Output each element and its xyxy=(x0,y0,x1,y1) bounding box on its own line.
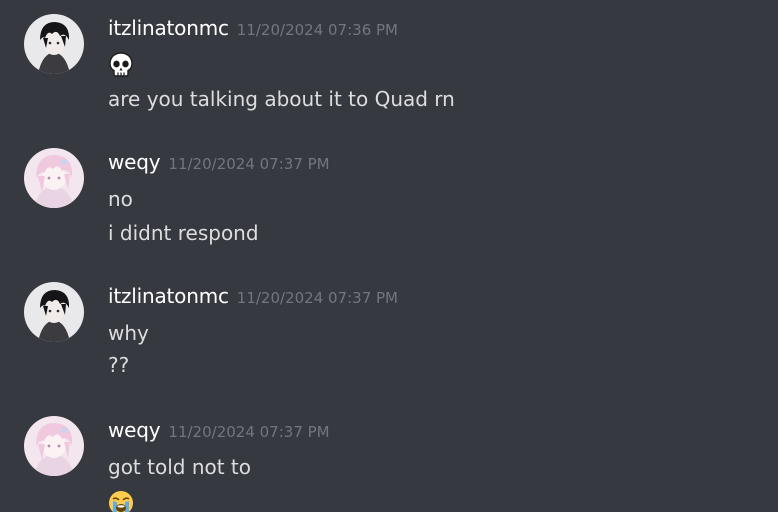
username[interactable]: itzlinatonmc xyxy=(108,16,229,40)
timestamp: 11/20/2024 07:37 PM xyxy=(168,155,330,173)
dark-haired-avatar-icon xyxy=(24,14,84,74)
pink-haired-avatar-icon xyxy=(24,416,84,476)
avatar[interactable] xyxy=(24,282,84,342)
message-text: are you talking about it to Quad rn xyxy=(108,87,455,111)
message-text: i didnt respond xyxy=(108,221,259,245)
message-header: itzlinatonmc 11/20/2024 07:36 PM xyxy=(108,14,398,42)
timestamp: 11/20/2024 07:37 PM xyxy=(236,289,398,307)
timestamp: 11/20/2024 07:36 PM xyxy=(236,21,398,39)
username[interactable]: weqy xyxy=(108,418,161,442)
skull-emoji-icon xyxy=(108,51,134,78)
loudly-crying-emoji-icon xyxy=(108,490,134,512)
message-text: ?? xyxy=(108,353,130,377)
message-header: weqy 11/20/2024 07:37 PM xyxy=(108,148,330,176)
avatar[interactable] xyxy=(24,416,84,476)
message-line xyxy=(108,48,134,78)
pink-haired-avatar-icon xyxy=(24,148,84,208)
message-text: got told not to xyxy=(108,455,252,479)
dark-haired-avatar-icon xyxy=(24,282,84,342)
username[interactable]: weqy xyxy=(108,150,161,174)
message-text: why xyxy=(108,321,149,345)
message-line xyxy=(108,486,134,512)
message-header: weqy 11/20/2024 07:37 PM xyxy=(108,416,330,444)
message-header: itzlinatonmc 11/20/2024 07:37 PM xyxy=(108,282,398,310)
username[interactable]: itzlinatonmc xyxy=(108,284,229,308)
message-text: no xyxy=(108,187,133,211)
timestamp: 11/20/2024 07:37 PM xyxy=(168,423,330,441)
avatar[interactable] xyxy=(24,148,84,208)
avatar[interactable] xyxy=(24,14,84,74)
